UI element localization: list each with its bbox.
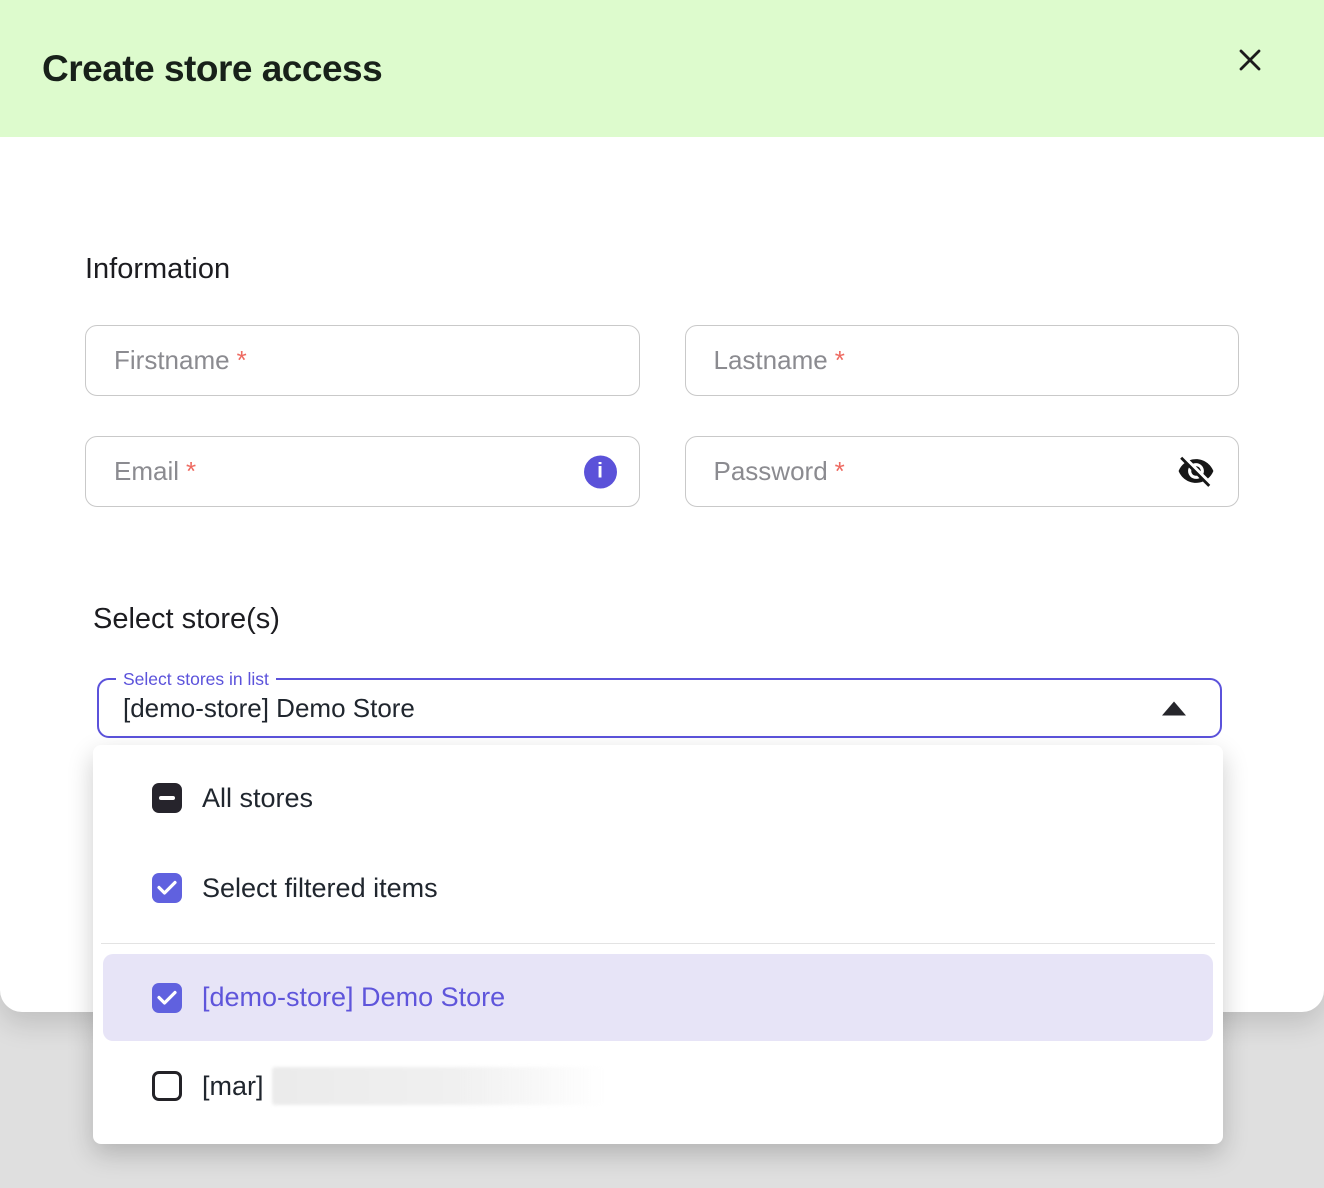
password-placeholder: Password <box>714 456 828 487</box>
menu-item-label: [demo-store] Demo Store <box>202 982 505 1013</box>
dialog-title: Create store access <box>42 48 382 90</box>
firstname-field[interactable]: Firstname* <box>85 325 640 396</box>
unchecked-checkbox[interactable] <box>152 1071 182 1101</box>
firstname-placeholder: Firstname <box>114 345 230 376</box>
check-icon <box>155 986 179 1010</box>
indeterminate-checkbox[interactable] <box>152 783 182 813</box>
eye-off-icon <box>1177 452 1215 490</box>
checked-checkbox[interactable] <box>152 983 182 1013</box>
close-button[interactable] <box>1231 41 1269 79</box>
redacted-text <box>272 1067 606 1105</box>
password-field[interactable]: Password* <box>685 436 1240 507</box>
menu-item-all-stores[interactable]: All stores <box>93 753 1223 843</box>
lastname-field[interactable]: Lastname* <box>685 325 1240 396</box>
store-select-label: Select stores in list <box>116 669 276 689</box>
minus-icon <box>159 796 175 800</box>
lastname-placeholder: Lastname <box>714 345 828 376</box>
dialog-body: Information Firstname* Lastname* Email* … <box>0 252 1324 738</box>
menu-item-demo-store[interactable]: [demo-store] Demo Store <box>103 954 1213 1041</box>
menu-divider <box>101 943 1215 944</box>
toggle-password-visibility-button[interactable] <box>1176 452 1216 492</box>
close-icon <box>1234 44 1266 76</box>
required-asterisk: * <box>186 456 196 487</box>
menu-item-label: Select filtered items <box>202 873 438 904</box>
required-asterisk: * <box>237 345 247 376</box>
store-select-value: [demo-store] Demo Store <box>123 693 415 724</box>
checked-checkbox[interactable] <box>152 873 182 903</box>
chevron-up-icon <box>1162 702 1186 716</box>
store-dropdown-menu: All stores Select filtered items [demo-s… <box>93 745 1223 1144</box>
check-icon <box>155 876 179 900</box>
menu-item-mar[interactable]: [mar] <box>93 1041 1223 1131</box>
dialog-header: Create store access <box>0 0 1324 137</box>
required-asterisk: * <box>835 345 845 376</box>
email-placeholder: Email <box>114 456 179 487</box>
information-heading: Information <box>85 252 1239 286</box>
select-stores-heading: Select store(s) <box>85 602 1239 636</box>
menu-item-label: [mar] <box>202 1071 264 1102</box>
required-asterisk: * <box>835 456 845 487</box>
info-icon[interactable]: i <box>584 455 617 488</box>
menu-item-select-filtered-items[interactable]: Select filtered items <box>93 843 1223 933</box>
menu-item-label: All stores <box>202 783 313 814</box>
email-field[interactable]: Email* i <box>85 436 640 507</box>
information-form: Firstname* Lastname* Email* i Password* <box>85 325 1239 507</box>
store-select[interactable]: Select stores in list [demo-store] Demo … <box>97 678 1222 738</box>
